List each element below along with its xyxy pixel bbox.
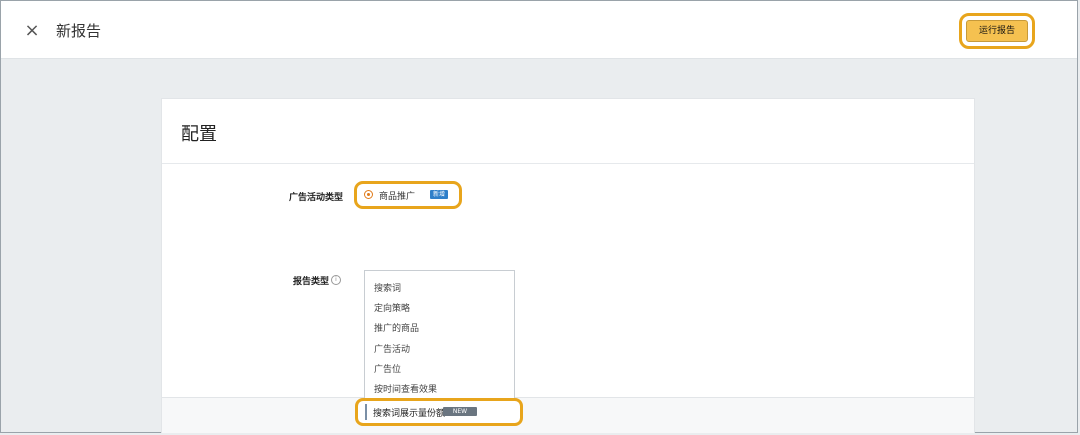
report-type-label: 报告类型	[292, 277, 329, 287]
selected-report-highlight: 搜索词展示量份额 NEW	[355, 398, 523, 426]
campaign-type-highlight: 商品推广 新增	[354, 181, 462, 209]
selected-report-new-badge: NEW	[443, 407, 477, 416]
selected-report-type[interactable]: 搜索词展示量份额	[373, 406, 445, 419]
product-promotion-label[interactable]: 商品推广	[379, 189, 415, 202]
report-type-performance-over-time[interactable]: 按时间查看效果	[374, 382, 437, 395]
report-type-campaign[interactable]: 广告活动	[374, 342, 410, 355]
product-promotion-radio[interactable]	[364, 190, 373, 199]
new-badge: 新增	[430, 190, 448, 199]
configuration-title: 配置	[181, 124, 217, 145]
lower-panel	[161, 398, 975, 433]
configuration-panel: 配置	[161, 98, 975, 398]
page-title: 新报告	[56, 22, 102, 40]
close-icon[interactable]: ×	[22, 21, 42, 41]
report-type-placement[interactable]: 广告位	[374, 362, 401, 375]
report-type-advertised-product[interactable]: 推广的商品	[374, 321, 419, 334]
report-type-list[interactable]: 搜索词 定向策略 推广的商品 广告活动 广告位 按时间查看效果	[364, 270, 515, 400]
selection-indicator	[365, 404, 367, 420]
report-header: × 新报告 运行报告	[1, 1, 1077, 59]
info-icon[interactable]: i	[331, 275, 341, 285]
campaign-type-label: 广告活动类型	[288, 193, 343, 203]
run-report-button[interactable]: 运行报告	[966, 20, 1028, 42]
run-report-highlight: 运行报告	[959, 13, 1035, 49]
report-type-search-term[interactable]: 搜索词	[374, 281, 401, 294]
configuration-header: 配置	[162, 99, 974, 164]
report-type-targeting[interactable]: 定向策略	[374, 301, 410, 314]
